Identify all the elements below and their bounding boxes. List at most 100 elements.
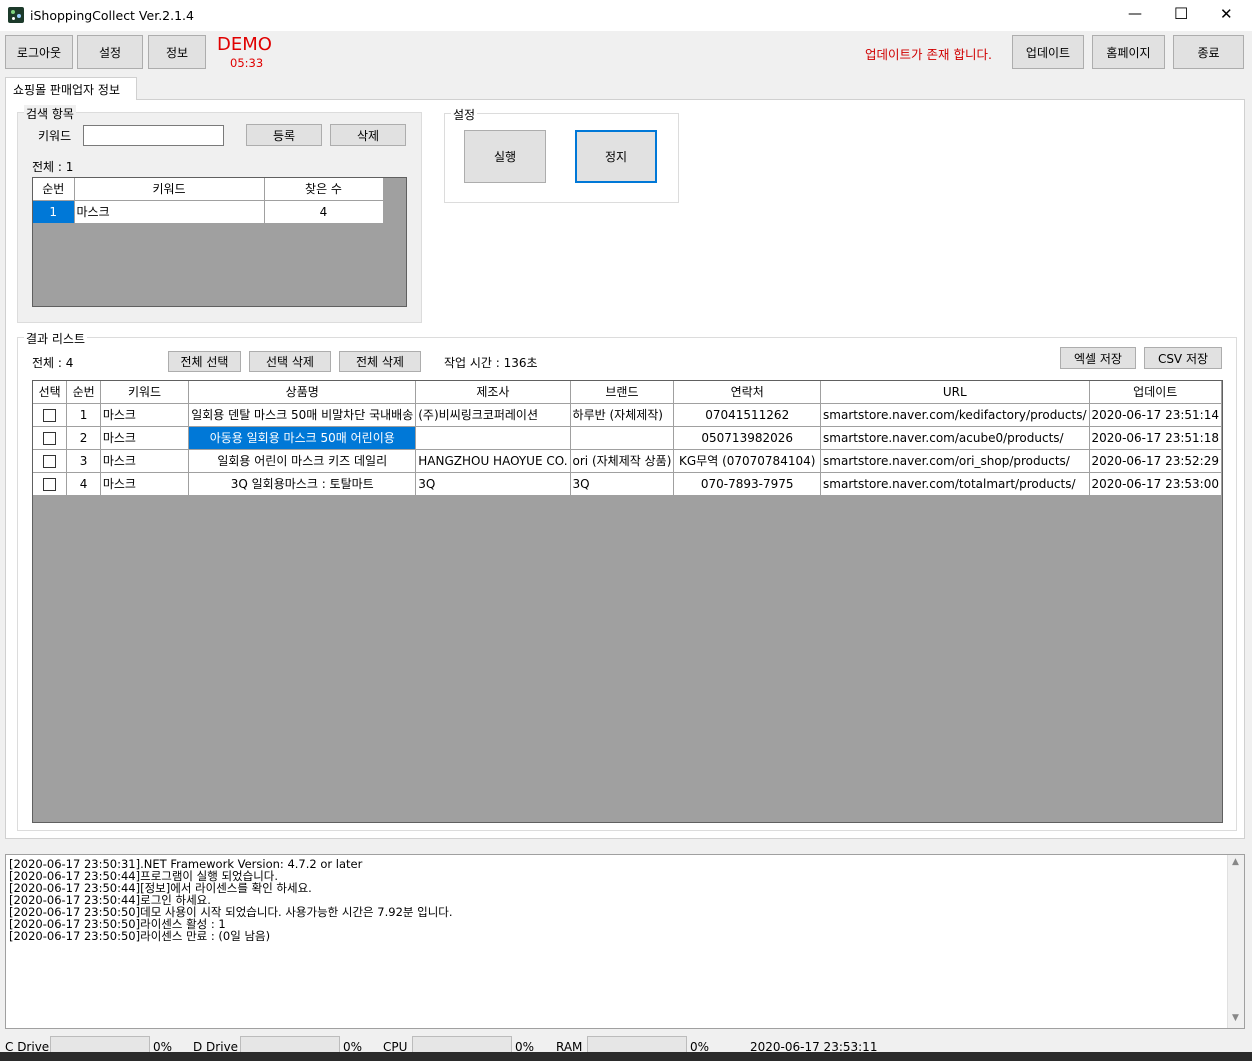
keyword-input[interactable]	[83, 125, 224, 146]
row-checkbox[interactable]	[43, 408, 57, 422]
update-notice: 업데이트가 존재 합니다.	[865, 47, 992, 62]
update-button[interactable]: 업데이트	[1012, 35, 1084, 69]
cell-updated[interactable]: 2020-06-17 23:52:29	[1089, 449, 1223, 473]
tab-seller-info[interactable]: 쇼핑몰 판매업자 정보	[5, 77, 137, 100]
cell-keyword[interactable]: 마스크	[100, 426, 190, 450]
cell-contact[interactable]: KG무역 (07070784104)	[673, 449, 822, 473]
cell-product[interactable]: 아동용 일회용 마스크 50매 어린이용	[188, 426, 417, 450]
exit-button[interactable]: 종료	[1173, 35, 1244, 69]
maximize-button[interactable]: ☐	[1174, 4, 1188, 23]
col-contact[interactable]: 연락처	[673, 381, 822, 404]
col-url[interactable]: URL	[820, 381, 1090, 404]
col-maker[interactable]: 제조사	[415, 381, 571, 404]
cell-no[interactable]: 1	[33, 200, 75, 224]
cell-keyword[interactable]: 마스크	[74, 200, 265, 224]
logout-button[interactable]: 로그아웃	[5, 35, 73, 69]
row-checkbox[interactable]	[43, 431, 57, 445]
row-checkbox-cell[interactable]	[33, 426, 68, 450]
cell-maker[interactable]: HANGZHOU HAOYUE CO.	[415, 449, 571, 473]
table-row[interactable]: 4 마스크 3Q 일회용마스크 : 토탈마트 3Q 3Q 070-7893-79…	[33, 472, 1223, 496]
keyword-table: 순번 키워드 찾은 수 1 마스크 4	[33, 178, 384, 224]
table-row[interactable]: 2 마스크 아동용 일회용 마스크 50매 어린이용 050713982026 …	[33, 426, 1223, 450]
delete-button[interactable]: 삭제	[330, 124, 406, 146]
cell-keyword[interactable]: 마스크	[100, 403, 190, 427]
row-checkbox-cell[interactable]	[33, 449, 68, 473]
cell-no[interactable]: 4	[66, 472, 101, 496]
cell-no[interactable]: 1	[66, 403, 101, 427]
delete-selected-button[interactable]: 선택 삭제	[249, 351, 331, 372]
work-time: 작업 시간 : 136초	[444, 356, 538, 370]
cell-no[interactable]: 3	[66, 449, 101, 473]
tab-label: 쇼핑몰 판매업자 정보	[13, 83, 120, 97]
cell-product[interactable]: 3Q 일회용마스크 : 토탈마트	[188, 472, 417, 496]
keyword-grid: 순번 키워드 찾은 수 1 마스크 4	[32, 177, 407, 307]
col-keyword[interactable]: 키워드	[74, 178, 265, 201]
table-row[interactable]: 1 마스크 4	[33, 200, 384, 224]
col-no[interactable]: 순번	[33, 178, 75, 201]
cell-url[interactable]: smartstore.naver.com/totalmart/products/	[820, 472, 1090, 496]
log-scrollbar[interactable]: ▲ ▼	[1227, 855, 1244, 1028]
info-button[interactable]: 정보	[148, 35, 206, 69]
cell-updated[interactable]: 2020-06-17 23:53:00	[1089, 472, 1223, 496]
stop-button[interactable]: 정지	[575, 130, 657, 183]
log-line: [2020-06-17 23:50:50]라이센스 만료 : (0일 남음)	[9, 929, 271, 943]
results-table: 선택 순번 키워드 상품명 제조사 브랜드 연락처 URL 업데이트 1 마스크…	[33, 381, 1223, 496]
save-excel-button[interactable]: 엑셀 저장	[1060, 347, 1136, 369]
log-lines: [2020-06-17 23:50:31].NET Framework Vers…	[9, 858, 453, 942]
row-checkbox-cell[interactable]	[33, 403, 68, 427]
col-updated[interactable]: 업데이트	[1089, 381, 1223, 404]
cell-maker[interactable]: 3Q	[415, 472, 571, 496]
scroll-up-icon[interactable]: ▲	[1232, 857, 1239, 867]
cell-maker[interactable]: (주)비씨링크코퍼레이션	[415, 403, 571, 427]
cell-url[interactable]: smartstore.naver.com/ori_shop/products/	[820, 449, 1090, 473]
cell-contact[interactable]: 070-7893-7975	[673, 472, 822, 496]
search-group-title: 검색 항목	[24, 105, 76, 122]
col-brand[interactable]: 브랜드	[570, 381, 675, 404]
cell-product[interactable]: 일회용 어린이 마스크 키즈 데일리	[188, 449, 417, 473]
app-icon	[8, 7, 24, 23]
close-button[interactable]: ✕	[1220, 5, 1233, 23]
col-keyword[interactable]: 키워드	[100, 381, 190, 404]
settings-button[interactable]: 설정	[77, 35, 143, 69]
settings-group-title: 설정	[451, 106, 478, 123]
row-checkbox[interactable]	[43, 454, 57, 468]
results-total: 전체 : 4	[32, 356, 74, 370]
col-no[interactable]: 순번	[66, 381, 101, 404]
log-box[interactable]: [2020-06-17 23:50:31].NET Framework Vers…	[5, 854, 1245, 1029]
col-select[interactable]: 선택	[33, 381, 68, 404]
col-found[interactable]: 찾은 수	[264, 178, 384, 201]
homepage-button[interactable]: 홈페이지	[1092, 35, 1165, 69]
cell-brand[interactable]: ori (자체제작 상품)	[570, 449, 675, 473]
save-csv-button[interactable]: CSV 저장	[1144, 347, 1222, 369]
table-row[interactable]: 1 마스크 일회용 덴탈 마스크 50매 비말차단 국내배송 (주)비씨링크코퍼…	[33, 403, 1223, 427]
cell-url[interactable]: smartstore.naver.com/acube0/products/	[820, 426, 1090, 450]
keyword-total: 전체 : 1	[32, 160, 74, 174]
title-bar: iShoppingCollect Ver.2.1.4 — ☐ ✕	[0, 0, 1252, 31]
scroll-down-icon[interactable]: ▼	[1232, 1013, 1239, 1023]
cell-no[interactable]: 2	[66, 426, 101, 450]
row-checkbox-cell[interactable]	[33, 472, 68, 496]
col-product[interactable]: 상품명	[188, 381, 417, 404]
run-button[interactable]: 실행	[464, 130, 546, 183]
cell-maker[interactable]	[415, 426, 571, 450]
cell-keyword[interactable]: 마스크	[100, 472, 190, 496]
cell-updated[interactable]: 2020-06-17 23:51:14	[1089, 403, 1223, 427]
cell-contact[interactable]: 07041511262	[673, 403, 822, 427]
delete-all-button[interactable]: 전체 삭제	[339, 351, 421, 372]
cell-brand[interactable]	[570, 426, 675, 450]
cell-product[interactable]: 일회용 덴탈 마스크 50매 비말차단 국내배송	[188, 403, 417, 427]
register-button[interactable]: 등록	[246, 124, 322, 146]
taskbar	[0, 1052, 1252, 1061]
select-all-button[interactable]: 전체 선택	[168, 351, 241, 372]
demo-timer: 05:33	[230, 56, 264, 70]
cell-brand[interactable]: 하루반 (자체제작)	[570, 403, 675, 427]
cell-updated[interactable]: 2020-06-17 23:51:18	[1089, 426, 1223, 450]
cell-keyword[interactable]: 마스크	[100, 449, 190, 473]
row-checkbox[interactable]	[43, 477, 57, 491]
cell-url[interactable]: smartstore.naver.com/kedifactory/product…	[820, 403, 1090, 427]
minimize-button[interactable]: —	[1128, 6, 1142, 22]
table-row[interactable]: 3 마스크 일회용 어린이 마스크 키즈 데일리 HANGZHOU HAOYUE…	[33, 449, 1223, 473]
cell-contact[interactable]: 050713982026	[673, 426, 822, 450]
cell-found[interactable]: 4	[264, 200, 384, 224]
cell-brand[interactable]: 3Q	[570, 472, 675, 496]
